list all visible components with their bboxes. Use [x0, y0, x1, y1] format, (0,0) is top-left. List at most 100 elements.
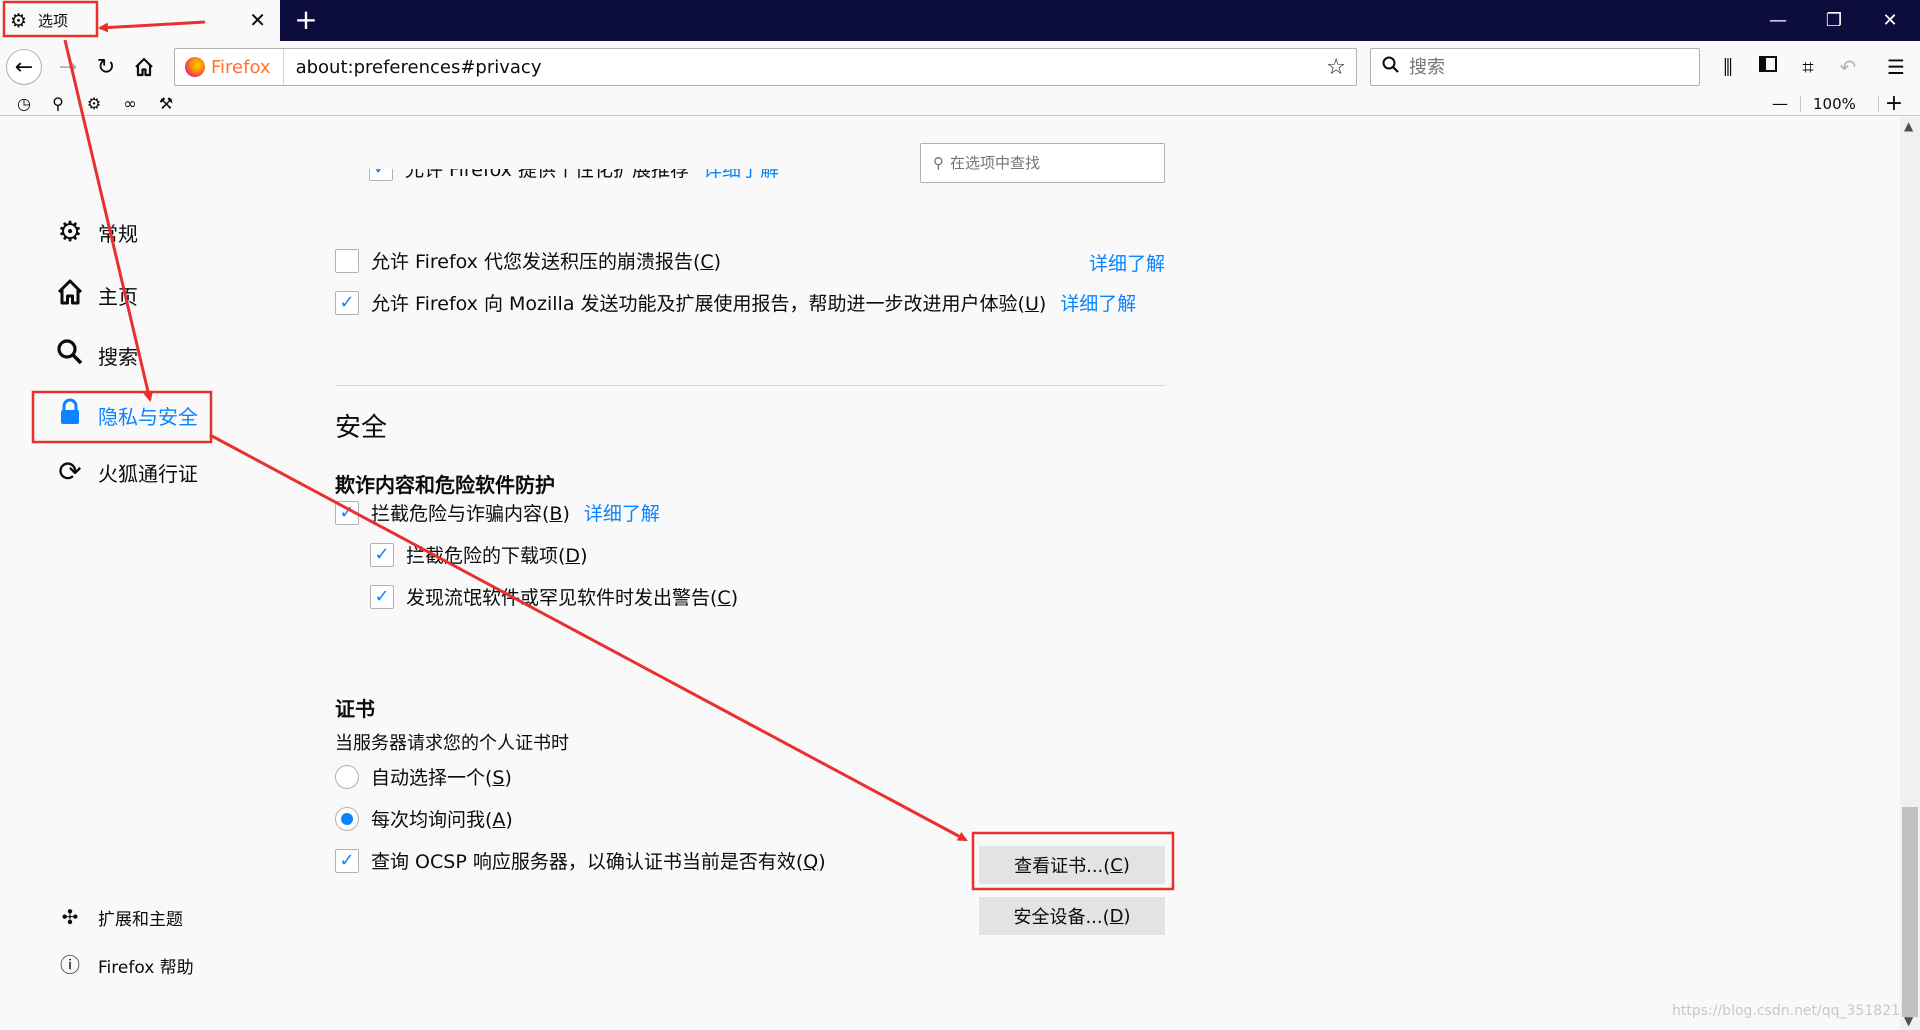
- crash-reports-row: 允许 Firefox 代您发送积压的崩溃报告(C): [335, 247, 721, 274]
- telemetry-label[interactable]: 允许 Firefox 向 Mozilla 发送功能及扩展使用报告，帮助进一步改进…: [371, 289, 1046, 316]
- close-window-button[interactable]: ✕: [1866, 0, 1914, 41]
- block-downloads-row: ✓ 拦截危险的下载项(D): [370, 541, 587, 568]
- search-toolbar-button[interactable]: ⚲: [46, 92, 70, 116]
- block-dangerous-label[interactable]: 拦截危险与诈骗内容(B): [371, 499, 570, 526]
- sidebar-link-help[interactable]: ⓘ Firefox 帮助: [52, 950, 194, 980]
- crash-reports-checkbox[interactable]: [335, 248, 359, 273]
- scroll-down-arrow-icon[interactable]: ▼: [1904, 1014, 1913, 1028]
- sidebar-item-general[interactable]: ⚙ 常规: [52, 217, 138, 247]
- zoom-level[interactable]: 100%: [1813, 92, 1856, 116]
- ask-every-time-label[interactable]: 每次均询问我(A): [371, 805, 513, 832]
- ocsp-row: ✓ 查询 OCSP 响应服务器，以确认证书当前是否有效(Q): [335, 847, 826, 874]
- library-button[interactable]: ⫼: [1712, 51, 1744, 83]
- tab-options[interactable]: ⚙ 选项 ✕: [0, 0, 280, 41]
- sync-icon: ⟳: [58, 455, 82, 488]
- arrow-right-icon: →: [58, 54, 78, 80]
- zoom-in-button[interactable]: +: [1882, 92, 1906, 116]
- auto-select-label[interactable]: 自动选择一个(S): [371, 763, 512, 790]
- zoom-separator: [1878, 96, 1879, 112]
- block-downloads-label[interactable]: 拦截危险的下载项(D): [406, 541, 587, 568]
- new-tab-button[interactable]: +: [290, 4, 322, 36]
- crash-reports-learn-more-link[interactable]: 详细了解: [1089, 249, 1165, 276]
- forward-button[interactable]: →: [50, 49, 86, 85]
- reload-icon: ↻: [96, 54, 116, 80]
- sidebar-item-label: 主页: [98, 284, 138, 309]
- sidebar-item-label: 火狐通行证: [98, 461, 198, 486]
- url-text[interactable]: about:preferences#privacy: [296, 57, 542, 78]
- ask-every-time-row: 每次均询问我(A): [335, 805, 513, 832]
- clock-icon: ◷: [17, 94, 31, 113]
- auto-select-radio[interactable]: [335, 764, 359, 789]
- title-bar: ⚙ 选项 ✕ + — ❐ ✕: [0, 0, 1920, 41]
- warn-unwanted-label[interactable]: 发现流氓软件或罕见软件时发出警告(C): [406, 583, 738, 610]
- sidebar-button[interactable]: [1752, 51, 1784, 83]
- undo-icon: ↶: [1839, 55, 1857, 79]
- minimize-button[interactable]: —: [1754, 0, 1802, 41]
- identity-box[interactable]: Firefox: [175, 49, 284, 85]
- search-icon: [52, 337, 88, 373]
- zoom-out-button[interactable]: —: [1768, 92, 1792, 116]
- undo-button[interactable]: ↶: [1832, 51, 1864, 83]
- settings-toolbar-button[interactable]: ⚙: [82, 92, 106, 116]
- search-icon: ⚲: [52, 94, 64, 113]
- auto-select-cert-row: 自动选择一个(S): [335, 763, 512, 790]
- menu-button[interactable]: ☰: [1880, 51, 1912, 83]
- maximize-button[interactable]: ❐: [1810, 0, 1858, 41]
- private-browsing-button[interactable]: ∞: [118, 92, 142, 116]
- sidebar-link-label: Firefox 帮助: [98, 957, 194, 978]
- sidebar-item-label: 搜索: [98, 344, 138, 369]
- close-tab-icon[interactable]: ✕: [249, 9, 266, 31]
- scrollbar-thumb[interactable]: [1902, 807, 1918, 1017]
- telemetry-learn-more-link[interactable]: 详细了解: [1060, 289, 1136, 316]
- sidebar-item-sync[interactable]: ⟳ 火狐通行证: [52, 457, 198, 487]
- security-devices-button[interactable]: 安全设备...(D): [979, 897, 1165, 935]
- addon-recommendations-checkbox[interactable]: ✓: [369, 169, 393, 181]
- home-icon: [135, 57, 153, 77]
- library-icon: ⫼: [1723, 55, 1733, 79]
- firefox-logo-icon: [185, 57, 205, 77]
- block-dangerous-learn-more-link[interactable]: 详细了解: [584, 499, 660, 526]
- warn-unwanted-row: ✓ 发现流氓软件或罕见软件时发出警告(C): [370, 583, 738, 610]
- home-icon: [52, 277, 88, 313]
- gear-icon: ⚙: [10, 9, 28, 32]
- screenshot-button[interactable]: ⌗: [1792, 51, 1824, 83]
- mask-icon: ∞: [123, 94, 137, 113]
- zoom-separator: [1800, 96, 1801, 112]
- block-downloads-checkbox[interactable]: ✓: [370, 542, 394, 567]
- scroll-up-arrow-icon[interactable]: ▲: [1904, 119, 1913, 133]
- back-button[interactable]: ←: [6, 49, 42, 85]
- telemetry-checkbox[interactable]: ✓: [335, 290, 359, 315]
- home-button[interactable]: [126, 49, 162, 85]
- telemetry-row: ✓ 允许 Firefox 向 Mozilla 发送功能及扩展使用报告，帮助进一步…: [335, 289, 1136, 316]
- addon-recommendations-label: 允许 Firefox 提供个性化扩展推荐: [405, 169, 689, 181]
- url-bar[interactable]: Firefox about:preferences#privacy ☆: [174, 48, 1357, 86]
- security-heading: 安全: [335, 413, 388, 443]
- search-icon: [1381, 55, 1401, 80]
- view-certificates-button[interactable]: 查看证书...(C): [979, 846, 1165, 884]
- search-bar[interactable]: [1370, 48, 1700, 86]
- developer-tools-button[interactable]: ⚒: [154, 92, 178, 116]
- vertical-scrollbar[interactable]: ▲ ▼: [1900, 117, 1920, 1030]
- reload-button[interactable]: ↻: [88, 49, 124, 85]
- sidebar-icon: [1759, 56, 1777, 72]
- search-input[interactable]: [1409, 56, 1689, 78]
- history-button[interactable]: ◷: [12, 92, 36, 116]
- ocsp-label[interactable]: 查询 OCSP 响应服务器，以确认证书当前是否有效(Q): [371, 847, 826, 874]
- block-dangerous-row: ✓ 拦截危险与诈骗内容(B) 详细了解: [335, 499, 660, 526]
- sidebar-link-label: 扩展和主题: [98, 909, 183, 930]
- ask-every-time-radio[interactable]: [335, 806, 359, 831]
- navigation-toolbar: ← → ↻ Firefox about:preferences#privacy …: [0, 41, 1920, 92]
- ocsp-checkbox[interactable]: ✓: [335, 848, 359, 873]
- certificates-description: 当服务器请求您的个人证书时: [335, 733, 569, 754]
- sidebar-item-privacy-security[interactable]: 隐私与安全: [52, 397, 198, 433]
- bookmark-star-icon[interactable]: ☆: [1326, 55, 1346, 80]
- crash-reports-label[interactable]: 允许 Firefox 代您发送积压的崩溃报告(C): [371, 247, 721, 274]
- clipped-row-container: ✓ 允许 Firefox 提供个性化扩展推荐 详细了解: [335, 169, 1165, 187]
- block-dangerous-checkbox[interactable]: ✓: [335, 500, 359, 525]
- tab-title: 选项: [38, 12, 69, 30]
- sidebar-item-home[interactable]: 主页: [52, 277, 138, 313]
- warn-unwanted-checkbox[interactable]: ✓: [370, 584, 394, 609]
- learn-more-link[interactable]: 详细了解: [703, 169, 779, 182]
- sidebar-link-addons[interactable]: ✣ 扩展和主题: [52, 902, 183, 932]
- sidebar-item-search[interactable]: 搜索: [52, 337, 138, 373]
